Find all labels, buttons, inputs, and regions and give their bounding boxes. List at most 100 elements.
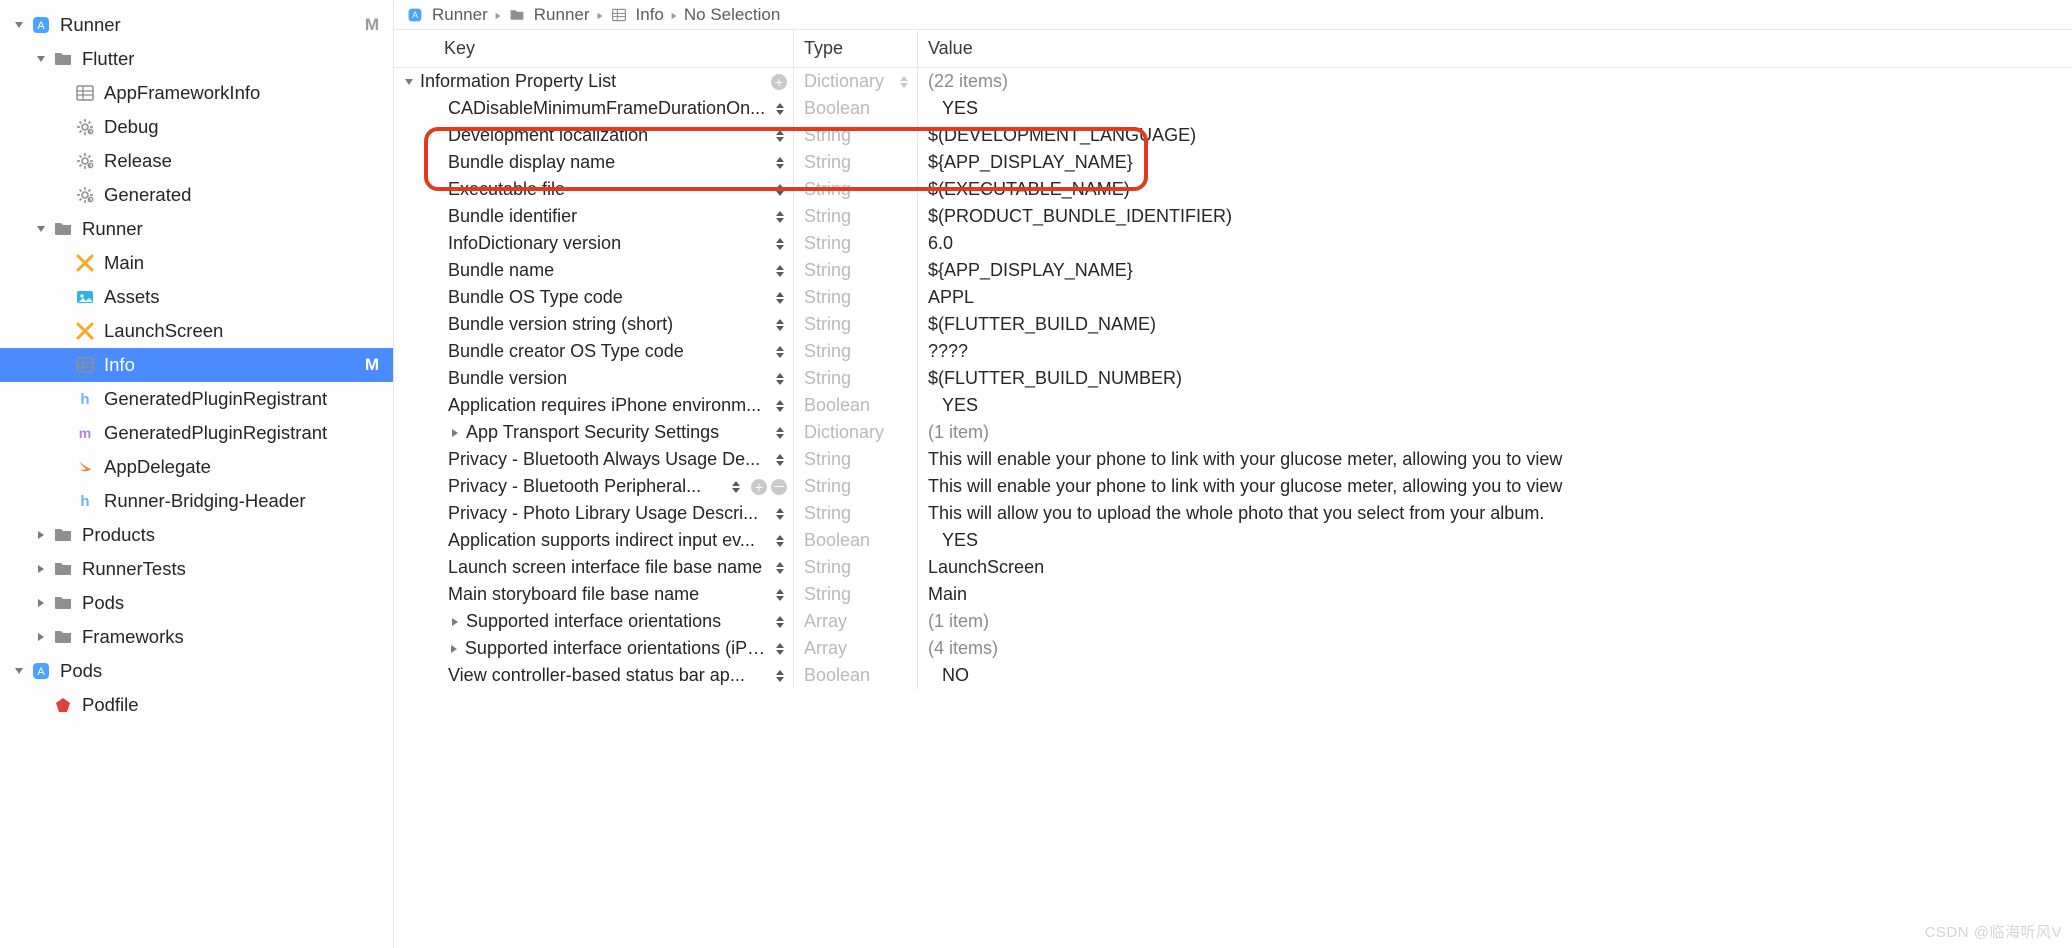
- key-stepper[interactable]: [773, 288, 787, 308]
- plist-value[interactable]: ????: [918, 338, 2072, 365]
- plist-row[interactable]: Privacy - Bluetooth Peripheral... + － St…: [394, 473, 2072, 500]
- plist-value[interactable]: This will allow you to upload the whole …: [918, 500, 2072, 527]
- breadcrumb[interactable]: Runner Runner Info No Selection: [394, 0, 2072, 30]
- plist-type[interactable]: String: [794, 257, 918, 284]
- sidebar-item[interactable]: Pods: [0, 654, 393, 688]
- plist-row[interactable]: Bundle name String ${APP_DISPLAY_NAME}: [394, 257, 2072, 284]
- plist-type[interactable]: String: [794, 473, 918, 500]
- plist-value[interactable]: NO: [918, 662, 2072, 689]
- plist-key[interactable]: Bundle creator OS Type code: [448, 341, 771, 362]
- plist-key[interactable]: App Transport Security Settings: [466, 422, 771, 443]
- plist-key[interactable]: Application supports indirect input ev..…: [448, 530, 771, 551]
- sidebar-item[interactable]: Main: [0, 246, 393, 280]
- plist-row[interactable]: Bundle display name String ${APP_DISPLAY…: [394, 149, 2072, 176]
- plist-type[interactable]: Boolean: [794, 527, 918, 554]
- plist-value[interactable]: 6.0: [918, 230, 2072, 257]
- plist-key[interactable]: Bundle identifier: [448, 206, 771, 227]
- plist-root-row[interactable]: Information Property List + Dictionary (…: [394, 68, 2072, 95]
- plist-row[interactable]: Bundle version string (short) String $(F…: [394, 311, 2072, 338]
- key-stepper[interactable]: [773, 612, 787, 632]
- plist-key[interactable]: InfoDictionary version: [448, 233, 771, 254]
- key-stepper[interactable]: [773, 369, 787, 389]
- sidebar-item[interactable]: Release: [0, 144, 393, 178]
- breadcrumb-item[interactable]: No Selection: [684, 5, 780, 25]
- chevron-right-icon[interactable]: [448, 426, 462, 440]
- plist-value[interactable]: (1 item): [918, 419, 2072, 446]
- plist-row[interactable]: Executable file String $(EXECUTABLE_NAME…: [394, 176, 2072, 203]
- plist-value[interactable]: (22 items): [918, 68, 2072, 95]
- plist-value[interactable]: This will enable your phone to link with…: [918, 446, 2072, 473]
- plist-row[interactable]: Bundle version String $(FLUTTER_BUILD_NU…: [394, 365, 2072, 392]
- plist-row[interactable]: App Transport Security Settings Dictiona…: [394, 419, 2072, 446]
- key-stepper[interactable]: [773, 207, 787, 227]
- key-stepper[interactable]: [773, 234, 787, 254]
- chevron-down-icon[interactable]: [34, 52, 48, 66]
- plist-value[interactable]: $(EXECUTABLE_NAME): [918, 176, 2072, 203]
- plist-row[interactable]: Privacy - Bluetooth Always Usage De... S…: [394, 446, 2072, 473]
- breadcrumb-item[interactable]: Info: [610, 5, 664, 25]
- add-row-button[interactable]: +: [751, 479, 767, 495]
- chevron-down-icon[interactable]: [12, 18, 26, 32]
- plist-row[interactable]: Bundle identifier String $(PRODUCT_BUNDL…: [394, 203, 2072, 230]
- sidebar-item[interactable]: Pods: [0, 586, 393, 620]
- plist-key[interactable]: Information Property List: [420, 71, 771, 92]
- plist-value[interactable]: (1 item): [918, 608, 2072, 635]
- type-stepper[interactable]: [897, 72, 911, 92]
- plist-type[interactable]: Boolean: [794, 392, 918, 419]
- plist-key[interactable]: CADisableMinimumFrameDurationOn...: [448, 98, 771, 119]
- plist-type[interactable]: String: [794, 338, 918, 365]
- sidebar-item[interactable]: GeneratedPluginRegistrant: [0, 416, 393, 450]
- plist-type[interactable]: String: [794, 500, 918, 527]
- sidebar-item[interactable]: Products: [0, 518, 393, 552]
- key-stepper[interactable]: [773, 153, 787, 173]
- plist-row[interactable]: Application requires iPhone environm... …: [394, 392, 2072, 419]
- plist-key[interactable]: Application requires iPhone environm...: [448, 395, 771, 416]
- key-stepper[interactable]: [773, 180, 787, 200]
- sidebar-item[interactable]: LaunchScreen: [0, 314, 393, 348]
- chevron-right-icon[interactable]: [447, 642, 461, 656]
- col-header-key[interactable]: Key: [394, 30, 794, 67]
- plist-type[interactable]: String: [794, 554, 918, 581]
- key-stepper[interactable]: [773, 396, 787, 416]
- sidebar-item[interactable]: RunnerTests: [0, 552, 393, 586]
- plist-key[interactable]: Bundle display name: [448, 152, 771, 173]
- chevron-right-icon[interactable]: [448, 615, 462, 629]
- plist-row[interactable]: Application supports indirect input ev..…: [394, 527, 2072, 554]
- plist-row[interactable]: View controller-based status bar ap... B…: [394, 662, 2072, 689]
- key-stepper[interactable]: [773, 423, 787, 443]
- plist-value[interactable]: YES: [918, 527, 2072, 554]
- plist-row[interactable]: Bundle OS Type code String APPL: [394, 284, 2072, 311]
- plist-key[interactable]: Bundle version: [448, 368, 771, 389]
- sidebar-item[interactable]: Frameworks: [0, 620, 393, 654]
- plist-type[interactable]: String: [794, 149, 918, 176]
- col-header-value[interactable]: Value: [918, 30, 2072, 67]
- plist-row[interactable]: Development localization String $(DEVELO…: [394, 122, 2072, 149]
- plist-row[interactable]: Supported interface orientations (iPad) …: [394, 635, 2072, 662]
- breadcrumb-item[interactable]: Runner: [406, 5, 488, 25]
- key-stepper[interactable]: [773, 531, 787, 551]
- sidebar-item[interactable]: Runner-Bridging-Header: [0, 484, 393, 518]
- key-stepper[interactable]: [773, 126, 787, 146]
- plist-type[interactable]: Array: [794, 635, 918, 662]
- plist-value[interactable]: APPL: [918, 284, 2072, 311]
- plist-row[interactable]: Main storyboard file base name String Ma…: [394, 581, 2072, 608]
- plist-value[interactable]: $(FLUTTER_BUILD_NUMBER): [918, 365, 2072, 392]
- plist-value[interactable]: ${APP_DISPLAY_NAME}: [918, 149, 2072, 176]
- plist-type[interactable]: String: [794, 203, 918, 230]
- plist-type[interactable]: Dictionary: [794, 419, 918, 446]
- breadcrumb-item[interactable]: Runner: [508, 5, 590, 25]
- key-stepper[interactable]: [773, 450, 787, 470]
- plist-type[interactable]: String: [794, 446, 918, 473]
- plist-key[interactable]: View controller-based status bar ap...: [448, 665, 771, 686]
- sidebar-item[interactable]: Assets: [0, 280, 393, 314]
- plist-type[interactable]: String: [794, 176, 918, 203]
- sidebar-item[interactable]: InfoM: [0, 348, 393, 382]
- plist-value[interactable]: ${APP_DISPLAY_NAME}: [918, 257, 2072, 284]
- plist-row[interactable]: Launch screen interface file base name S…: [394, 554, 2072, 581]
- plist-row[interactable]: InfoDictionary version String 6.0: [394, 230, 2072, 257]
- plist-value[interactable]: This will enable your phone to link with…: [918, 473, 2072, 500]
- key-stepper[interactable]: [773, 639, 787, 659]
- plist-key[interactable]: Privacy - Photo Library Usage Descri...: [448, 503, 771, 524]
- chevron-right-icon[interactable]: [34, 596, 48, 610]
- sidebar-item[interactable]: AppFrameworkInfo: [0, 76, 393, 110]
